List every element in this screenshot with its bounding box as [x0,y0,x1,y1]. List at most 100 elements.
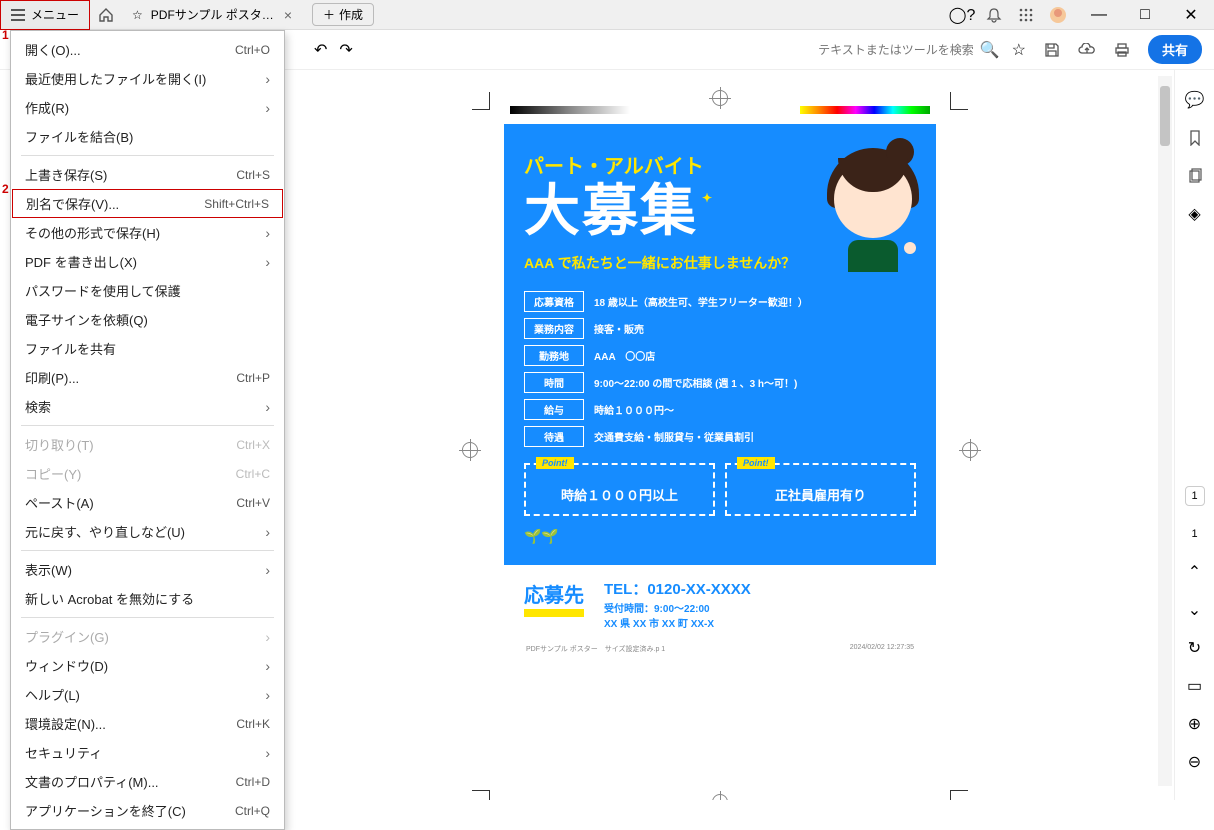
crop-mark-icon [950,92,968,110]
info-label: 勤務地 [524,345,584,366]
info-row: 時間 9:00〜22:00 の間で応相談 (週 1 、3 h〜可！) [524,372,916,393]
vertical-scrollbar[interactable] [1158,76,1172,786]
apps-grid-icon[interactable] [1016,8,1036,22]
menu-security[interactable]: セキュリティ [11,738,284,767]
layers-panel-icon[interactable]: ◈ [1185,204,1205,224]
annotation-1: 1 [2,28,9,42]
point-box-2: Point! 正社員雇用有り [725,463,916,516]
help-icon[interactable]: ◯? [952,5,972,25]
info-label: 待遇 [524,426,584,447]
minimize-button[interactable]: — [1076,0,1122,30]
rotate-icon[interactable]: ↻ [1185,638,1205,658]
create-button[interactable]: ＋ 作成 [312,3,374,26]
info-label: 給与 [524,399,584,420]
menu-esign[interactable]: 電子サインを依頼(Q) [11,305,284,334]
page-total: 1 [1185,524,1205,544]
menu-create[interactable]: 作成(R) [11,93,284,122]
registration-mark-icon [962,442,978,458]
menu-export[interactable]: PDF を書き出し(X) [11,247,284,276]
menu-prefs[interactable]: 環境設定(N)...Ctrl+K [11,709,284,738]
info-value: 接客・販売 [594,321,644,336]
menu-undo[interactable]: 元に戻す、やり直しなど(U) [11,517,284,546]
pages-panel-icon[interactable] [1185,166,1205,186]
create-label: 作成 [339,6,363,23]
menu-help[interactable]: ヘルプ(L) [11,680,284,709]
menu-button-label: メニュー [31,6,79,23]
registration-mark-icon [712,90,728,106]
cloud-upload-icon[interactable] [1078,43,1096,57]
maximize-button[interactable]: □ [1122,0,1168,30]
menu-save[interactable]: 上書き保存(S)Ctrl+S [11,160,284,189]
poster-content: パート・アルバイト 大募集✦ AAA で私たちと一緒にお仕事しませんか？ 応募資… [504,124,936,764]
info-value: 9:00〜22:00 の間で応相談 (週 1 、3 h〜可！) [594,375,797,390]
comment-panel-icon[interactable]: 💬 [1185,90,1205,110]
menu-copy: コピー(Y)Ctrl+C [11,459,284,488]
window-controls: — □ ✕ [1076,0,1214,30]
info-row: 待遇交通費支給・制服貸与・従業員割引 [524,426,916,447]
pdf-page: パート・アルバイト 大募集✦ AAA で私たちと一緒にお仕事しませんか？ 応募資… [490,110,950,790]
page-down-icon[interactable]: ⌄ [1185,600,1205,620]
bell-icon[interactable] [984,7,1004,23]
file-menu-dropdown: 開く(O)...Ctrl+O 最近使用したファイルを開く(I) 作成(R) ファ… [10,30,285,830]
print-icon[interactable] [1114,42,1130,58]
info-table: 応募資格 18 歳以上（高校生可、学生フリーター歓迎！） 業務内容接客・販売勤務地 A… [524,291,916,447]
search-box[interactable]: 🔍 [814,40,1000,60]
document-canvas[interactable]: パート・アルバイト 大募集✦ AAA で私たちと一緒にお仕事しませんか？ 応募資… [290,70,1174,800]
menu-save-other[interactable]: その他の形式で保存(H) [11,218,284,247]
tab-close-button[interactable]: × [284,7,292,23]
star-tool-icon[interactable]: ☆ [1012,40,1026,60]
info-label: 時間 [524,372,584,393]
point-box-1: Point! 時給１０００円以上 [524,463,715,516]
bookmark-panel-icon[interactable] [1185,128,1205,148]
grayscale-bar-icon [510,106,630,114]
redo-button[interactable]: ↷ [339,40,352,60]
scrollbar-thumb[interactable] [1160,86,1170,146]
zoom-out-icon[interactable]: ⊖ [1185,752,1205,772]
menu-paste[interactable]: ペースト(A)Ctrl+V [11,488,284,517]
menu-quit[interactable]: アプリケーションを終了(C)Ctrl+Q [11,796,284,825]
menu-save-as[interactable]: 別名で保存(V)...Shift+Ctrl+S [12,189,283,218]
share-button[interactable]: 共有 [1148,35,1202,64]
close-window-button[interactable]: ✕ [1168,0,1214,30]
info-value: 18 歳以上（高校生可、学生フリーター歓迎！） [594,294,808,309]
search-input[interactable] [814,43,974,57]
profile-avatar[interactable] [1048,6,1068,24]
zoom-in-icon[interactable]: ⊕ [1185,714,1205,734]
registration-mark-icon [462,442,478,458]
crop-mark-icon [950,790,968,800]
menu-props[interactable]: 文書のプロパティ(M)...Ctrl+D [11,767,284,796]
page-up-icon[interactable]: ⌃ [1185,562,1205,582]
menu-window[interactable]: ウィンドウ(D) [11,651,284,680]
menu-separator [21,155,274,156]
menu-search[interactable]: 検索 [11,392,284,421]
menu-protect[interactable]: パスワードを使用して保護 [11,276,284,305]
search-icon: 🔍 [980,40,1000,60]
menu-print[interactable]: 印刷(P)...Ctrl+P [11,363,284,392]
info-label: 応募資格 [524,291,584,312]
save-icon[interactable] [1044,42,1060,58]
star-icon: ☆ [132,8,143,22]
menu-share-file[interactable]: ファイルを共有 [11,334,284,363]
undo-button[interactable]: ↶ [314,40,327,60]
tab-title: PDFサンプル ポスター ... [151,6,276,23]
home-button[interactable] [90,0,122,30]
right-rail: 💬 ◈ 1 1 ⌃ ⌄ ↻ ▭ ⊕ ⊖ [1174,70,1214,800]
menu-open[interactable]: 開く(O)...Ctrl+O [11,35,284,64]
menu-cut: 切り取り(T)Ctrl+X [11,430,284,459]
document-tab[interactable]: ☆ PDFサンプル ポスター ... × [122,0,302,30]
info-value: AAA 〇〇店 [594,348,655,363]
plus-icon: ＋ [323,6,335,23]
menu-separator [21,617,274,618]
menu-disable-new[interactable]: 新しい Acrobat を無効にする [11,584,284,613]
crop-mark-icon [472,92,490,110]
menu-recent[interactable]: 最近使用したファイルを開く(I) [11,64,284,93]
hamburger-icon [11,9,25,21]
hamburger-menu-button[interactable]: メニュー [0,0,90,30]
info-row: 給与時給１０００円〜 [524,399,916,420]
menu-view[interactable]: 表示(W) [11,555,284,584]
fit-page-icon[interactable]: ▭ [1185,676,1205,696]
page-footer: PDFサンプル ポスター サイズ設定済み.p 12024/02/02 12:27… [504,640,936,654]
menu-combine[interactable]: ファイルを結合(B) [11,122,284,151]
info-row: 業務内容接客・販売 [524,318,916,339]
apply-contact: TEL：0120-XX-XXXX 受付時間：9:00〜22:00 XX 県 XX… [604,579,751,632]
